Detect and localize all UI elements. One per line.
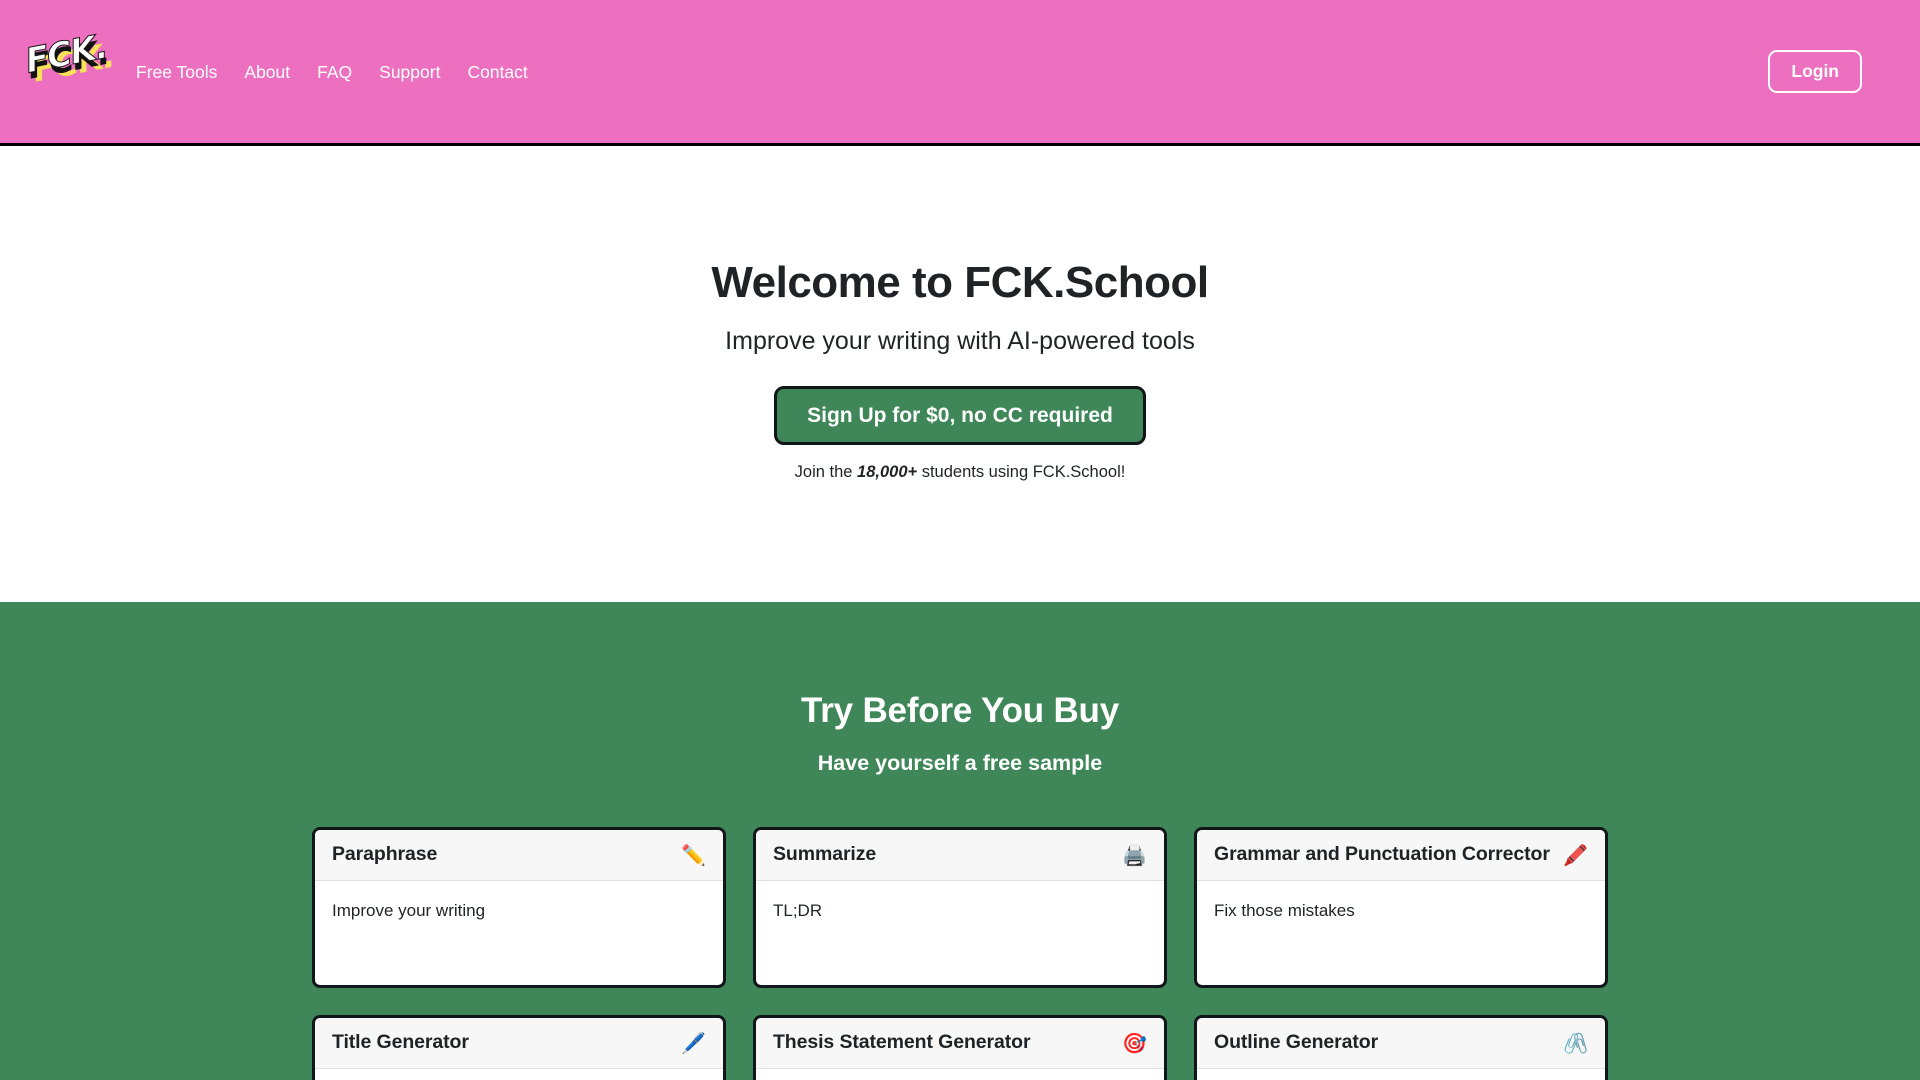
target-icon: 🎯 — [1122, 1031, 1147, 1056]
try-section-title: Try Before You Buy — [801, 691, 1119, 730]
tool-card-header: Paraphrase ✏️ — [315, 830, 723, 882]
hero-social-proof: Join the 18,000+ students using FCK.Scho… — [795, 463, 1126, 483]
hero-section: Welcome to FCK.School Improve your writi… — [0, 146, 1920, 602]
hero-note-suffix: students using FCK.School! — [917, 462, 1126, 481]
nav-item-free-tools[interactable]: Free Tools — [136, 63, 217, 82]
tool-card-header: Title Generator 🖊️ — [315, 1018, 723, 1070]
red-pen-icon: 🖍️ — [1563, 843, 1588, 868]
tool-card-body: Fix those mistakes — [1197, 881, 1605, 985]
tool-card-header: Thesis Statement Generator 🎯 — [756, 1018, 1164, 1070]
tool-card-title: Thesis Statement Generator — [773, 1031, 1031, 1054]
nav-item-support[interactable]: Support — [379, 63, 440, 82]
tool-card-paraphrase[interactable]: Paraphrase ✏️ Improve your writing — [312, 827, 726, 989]
tool-card-body: Improve your writing — [315, 881, 723, 985]
page-title: Welcome to FCK.School — [711, 258, 1209, 307]
site-header: FCK. FCK. FCK. Free Tools About FAQ Supp… — [0, 0, 1920, 146]
tool-card-header: Summarize 🖨️ — [756, 830, 1164, 882]
tool-card-description: TL;DR — [773, 901, 823, 921]
tool-card-title: Paraphrase — [332, 843, 438, 866]
tool-card-title: Summarize — [773, 843, 877, 866]
tool-card-header: Grammar and Punctuation Corrector 🖍️ — [1197, 830, 1605, 882]
try-before-you-buy-section: Try Before You Buy Have yourself a free … — [0, 602, 1920, 1080]
tool-card-outline-generator[interactable]: Outline Generator 🖇️ — [1194, 1015, 1608, 1080]
paperclips-icon: 🖇️ — [1563, 1031, 1588, 1056]
hero-note-prefix: Join the — [794, 462, 858, 481]
tool-card-title: Title Generator — [332, 1031, 469, 1054]
nav-item-faq[interactable]: FAQ — [317, 63, 352, 82]
tool-card-body: TL;DR — [756, 881, 1164, 985]
main-nav: Free Tools About FAQ Support Contact — [136, 63, 528, 82]
tool-card-body — [315, 1069, 723, 1080]
fck-logo[interactable]: FCK. FCK. FCK. — [22, 26, 117, 107]
tool-card-description: Improve your writing — [332, 901, 486, 921]
pencil-icon: ✏️ — [681, 843, 706, 868]
tool-card-thesis-statement-generator[interactable]: Thesis Statement Generator 🎯 — [753, 1015, 1167, 1080]
nav-item-contact[interactable]: Contact — [467, 63, 527, 82]
tool-card-title: Grammar and Punctuation Corrector — [1214, 843, 1550, 866]
tool-card-title: Outline Generator — [1214, 1031, 1379, 1054]
tool-card-body — [756, 1069, 1164, 1080]
login-button[interactable]: Login — [1768, 49, 1862, 94]
tool-card-title-generator[interactable]: Title Generator 🖊️ — [312, 1015, 726, 1080]
printer-icon: 🖨️ — [1122, 843, 1147, 868]
hero-subtitle: Improve your writing with AI-powered too… — [725, 326, 1195, 355]
hero-note-count: 18,000+ — [857, 462, 918, 481]
try-section-subtitle: Have yourself a free sample — [817, 751, 1103, 776]
nav-item-about[interactable]: About — [244, 63, 290, 82]
tool-card-body — [1197, 1069, 1605, 1080]
tool-card-grammar-corrector[interactable]: Grammar and Punctuation Corrector 🖍️ Fix… — [1194, 827, 1608, 989]
fountain-pen-icon: 🖊️ — [681, 1031, 706, 1056]
tool-card-header: Outline Generator 🖇️ — [1197, 1018, 1605, 1070]
tool-card-description: Fix those mistakes — [1214, 901, 1355, 921]
tool-card-grid: Paraphrase ✏️ Improve your writing Summa… — [312, 827, 1608, 1080]
tool-card-summarize[interactable]: Summarize 🖨️ TL;DR — [753, 827, 1167, 989]
signup-button[interactable]: Sign Up for $0, no CC required — [774, 385, 1146, 445]
